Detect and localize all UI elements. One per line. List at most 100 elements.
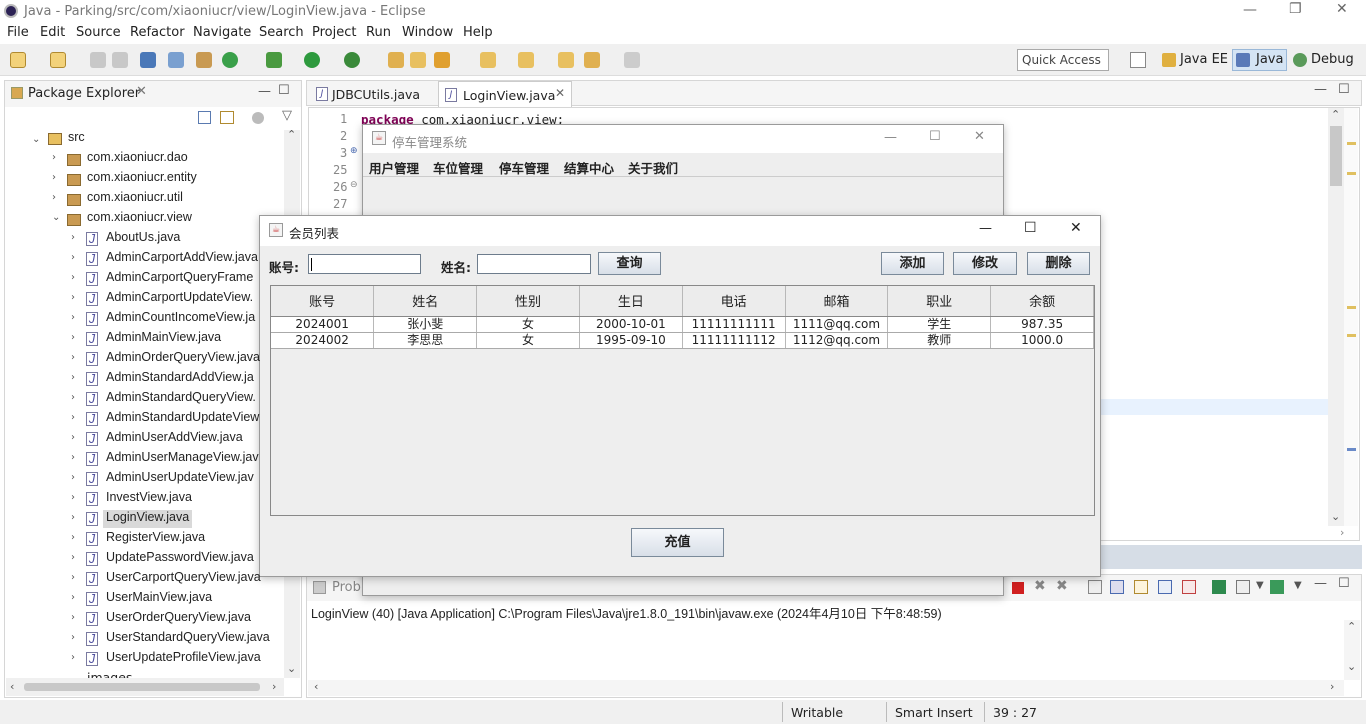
expand-file-icon[interactable]: › <box>71 452 75 463</box>
table-row[interactable]: 2024001 张小斐 女 2000-10-01 11111111111 111… <box>271 316 1094 333</box>
maximize-view-icon[interactable]: ☐ <box>278 83 290 98</box>
package-icon[interactable] <box>196 52 212 68</box>
remove-all-icon[interactable]: ✖ <box>1056 578 1068 594</box>
expand-file-icon[interactable]: › <box>71 612 75 623</box>
menu-help[interactable]: Help <box>463 25 493 40</box>
column-header[interactable]: 邮箱 <box>785 286 889 317</box>
forward-icon[interactable] <box>624 52 640 68</box>
pin-console-icon[interactable] <box>1212 580 1226 594</box>
expand-file-icon[interactable]: › <box>71 332 75 343</box>
query-button[interactable]: 查询 <box>598 252 661 275</box>
perspective-java[interactable]: Java <box>1256 52 1283 67</box>
tree-file-item[interactable]: AdminCarportAddView.java <box>106 250 258 264</box>
tree-file-item[interactable]: UpdatePasswordView.java <box>106 550 254 564</box>
expand-file-icon[interactable]: › <box>71 472 75 483</box>
skip-breakpoints-icon[interactable] <box>168 52 184 68</box>
tree-file-item[interactable]: UserMainView.java <box>106 590 212 604</box>
table-cell[interactable]: 11111111112 <box>682 332 786 349</box>
expand-dao-icon[interactable]: › <box>52 152 56 163</box>
tree-package-util[interactable]: com.xiaoniucr.util <box>87 190 183 204</box>
expand-file-icon[interactable]: › <box>71 632 75 643</box>
expand-file-icon[interactable]: › <box>71 552 75 563</box>
table-cell[interactable]: 2024002 <box>271 332 375 349</box>
tree-file-item[interactable]: AdminCountIncomeView.ja <box>106 310 255 324</box>
tab-jdbcutils[interactable]: J JDBCUtils.java <box>308 82 436 106</box>
expand-file-icon[interactable]: › <box>71 492 75 503</box>
table-cell[interactable]: 11111111111 <box>682 316 786 333</box>
display-console-icon[interactable] <box>1236 580 1250 594</box>
column-header[interactable]: 姓名 <box>373 286 478 317</box>
collapse-all-icon[interactable] <box>198 111 211 124</box>
run-icon[interactable] <box>304 52 320 68</box>
expand-util-icon[interactable]: › <box>52 192 56 203</box>
table-cell[interactable]: 1111@qq.com <box>785 316 889 333</box>
restore-icon[interactable]: ❐ <box>1289 1 1302 17</box>
open-folder-icon[interactable] <box>410 52 426 68</box>
expand-file-icon[interactable]: › <box>71 512 75 523</box>
dialog-minimize-icon[interactable]: — <box>979 221 992 236</box>
expand-file-icon[interactable]: › <box>71 252 75 263</box>
expand-file-icon[interactable]: › <box>71 592 75 603</box>
tree-package-dao[interactable]: com.xiaoniucr.dao <box>87 150 188 164</box>
expand-file-icon[interactable]: › <box>71 292 75 303</box>
tab-problems[interactable]: Prob <box>332 580 361 595</box>
save-all-icon[interactable] <box>112 52 128 68</box>
editor-maximize-icon[interactable]: ☐ <box>1338 82 1350 97</box>
account-input[interactable] <box>308 254 421 274</box>
dropdown-icon[interactable]: ▼ <box>1294 580 1302 591</box>
minimize-view-icon[interactable]: — <box>258 84 271 99</box>
package-explorer-title[interactable]: Package Explorer <box>28 86 140 101</box>
tree-file-item[interactable]: AdminStandardQueryView. <box>106 390 256 404</box>
remove-launch-icon[interactable]: ✖ <box>1034 578 1046 594</box>
tab-loginview[interactable]: J LoginView.java ✕ <box>438 81 572 107</box>
menu-search[interactable]: Search <box>259 25 304 40</box>
fold-collapse-icon[interactable]: ⊖ <box>350 180 358 190</box>
console-minimize-icon[interactable]: — <box>1314 576 1327 591</box>
tree-file-item[interactable]: UserCarportQueryView.java <box>106 570 261 584</box>
scroll-down-icon[interactable]: ⌄ <box>287 662 296 675</box>
clear-console-icon[interactable] <box>1088 580 1102 594</box>
table-row[interactable]: 2024002 李思思 女 1995-09-10 11111111112 111… <box>271 332 1094 349</box>
console-maximize-icon[interactable]: ☐ <box>1338 576 1350 591</box>
scroll-left-icon[interactable]: ‹ <box>314 680 318 693</box>
column-header[interactable]: 性别 <box>476 286 580 317</box>
tree-file-item[interactable]: AdminStandardUpdateView <box>106 410 259 424</box>
open-console-icon[interactable] <box>1270 580 1284 594</box>
fold-expand-icon[interactable]: ⊕ <box>350 146 358 156</box>
tree-file-item[interactable]: AdminStandardAddView.ja <box>106 370 254 384</box>
debug-icon[interactable] <box>266 52 282 68</box>
table-cell[interactable]: 女 <box>476 332 580 349</box>
add-button[interactable]: 添加 <box>881 252 944 275</box>
column-header[interactable]: 余额 <box>990 286 1094 317</box>
table-cell[interactable]: 1112@qq.com <box>785 332 889 349</box>
expand-file-icon[interactable]: › <box>71 652 75 663</box>
recharge-button[interactable]: 充值 <box>631 528 724 557</box>
tree-file-item[interactable]: AdminCarportUpdateView. <box>106 290 253 304</box>
table-cell[interactable]: 李思思 <box>373 332 478 349</box>
expand-file-icon[interactable]: › <box>71 412 75 423</box>
show-on-error-icon[interactable] <box>1182 580 1196 594</box>
column-header[interactable]: 账号 <box>271 286 375 317</box>
scroll-up-icon[interactable]: ⌃ <box>1331 108 1340 121</box>
tree-file-item[interactable]: AdminCarportQueryFrame <box>106 270 253 284</box>
expand-file-icon[interactable]: › <box>71 232 75 243</box>
expand-file-icon[interactable]: › <box>71 392 75 403</box>
table-cell[interactable]: 2000-10-01 <box>579 316 683 333</box>
expand-entity-icon[interactable]: › <box>52 172 56 183</box>
terminate-icon[interactable] <box>1012 582 1024 594</box>
link-editor-icon[interactable] <box>220 111 234 124</box>
tree-src[interactable]: src <box>68 130 85 144</box>
minimize-icon[interactable]: — <box>1243 2 1257 18</box>
next-annotation-icon[interactable] <box>518 52 534 68</box>
scroll-right-icon[interactable]: › <box>1330 680 1334 693</box>
expand-file-icon[interactable]: › <box>71 532 75 543</box>
expand-src-icon[interactable]: ⌄ <box>32 134 40 145</box>
new-icon[interactable] <box>10 52 26 68</box>
tree-file-item[interactable]: RegisterView.java <box>106 530 205 544</box>
menu-navigate[interactable]: Navigate <box>193 25 251 40</box>
close-view-icon[interactable]: ✕ <box>136 84 147 99</box>
filter-icon[interactable] <box>252 112 264 124</box>
menu-window[interactable]: Window <box>402 25 453 40</box>
menu-user-management[interactable]: 用户管理 <box>369 158 419 177</box>
scroll-up-icon[interactable]: ⌃ <box>287 128 296 141</box>
